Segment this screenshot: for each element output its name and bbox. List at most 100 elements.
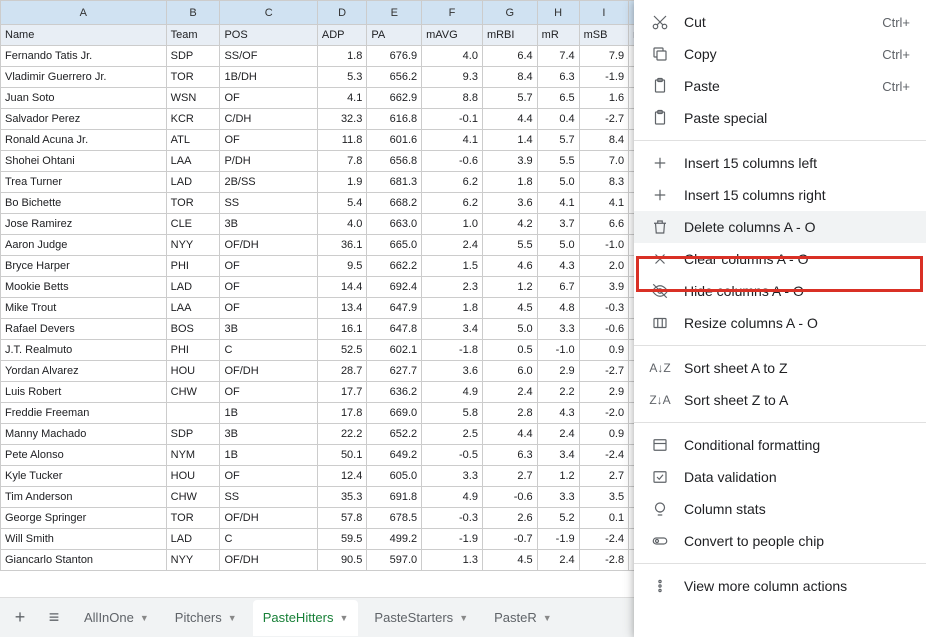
cell[interactable]: 3B	[220, 424, 317, 445]
cell[interactable]: 5.2	[537, 508, 579, 529]
cell[interactable]: 2.7	[482, 466, 537, 487]
cell[interactable]: Yordan Alvarez	[1, 361, 167, 382]
cell[interactable]: 692.4	[367, 277, 422, 298]
cell[interactable]: Ronald Acuna Jr.	[1, 130, 167, 151]
sheet-tab[interactable]: AllInOne▼	[74, 600, 159, 636]
cell[interactable]: OF/DH	[220, 235, 317, 256]
cell[interactable]: Team	[166, 25, 220, 46]
cell[interactable]: 2.2	[537, 382, 579, 403]
cell[interactable]: Giancarlo Stanton	[1, 550, 167, 571]
cell[interactable]: 16.1	[317, 319, 366, 340]
cell[interactable]: 663.0	[367, 214, 422, 235]
cell[interactable]: 2.3	[422, 277, 483, 298]
cell[interactable]: Bo Bichette	[1, 193, 167, 214]
cell[interactable]: LAA	[166, 298, 220, 319]
menu-more-actions[interactable]: View more column actions	[634, 570, 926, 602]
cell[interactable]: 4.0	[317, 214, 366, 235]
cell[interactable]: 4.3	[537, 403, 579, 424]
cell[interactable]: 57.8	[317, 508, 366, 529]
cell[interactable]: 8.4	[482, 67, 537, 88]
cell[interactable]: HOU	[166, 361, 220, 382]
cell[interactable]: 2.4	[422, 235, 483, 256]
cell[interactable]: 4.2	[482, 214, 537, 235]
cell[interactable]: 8.4	[579, 130, 628, 151]
cell[interactable]: 3.9	[579, 277, 628, 298]
cell[interactable]: 662.9	[367, 88, 422, 109]
cell[interactable]: 1.4	[482, 130, 537, 151]
sheet-tab[interactable]: Pitchers▼	[165, 600, 247, 636]
cell[interactable]: 1.9	[317, 172, 366, 193]
sheet-tab[interactable]: PasteHitters▼	[253, 600, 359, 636]
col-header-E[interactable]: E	[367, 1, 422, 25]
cell[interactable]: Juan Soto	[1, 88, 167, 109]
cell[interactable]: -1.9	[422, 529, 483, 550]
cell[interactable]: 669.0	[367, 403, 422, 424]
cell[interactable]: 1.6	[579, 88, 628, 109]
cell[interactable]: 3.7	[537, 214, 579, 235]
cell[interactable]: 17.7	[317, 382, 366, 403]
cell[interactable]: 1.2	[537, 466, 579, 487]
cell[interactable]: Jose Ramirez	[1, 214, 167, 235]
cell[interactable]: 0.5	[482, 340, 537, 361]
cell[interactable]: 616.8	[367, 109, 422, 130]
cell[interactable]: 22.2	[317, 424, 366, 445]
menu-delete-cols[interactable]: Delete columns A - O	[634, 211, 926, 243]
cell[interactable]: Bryce Harper	[1, 256, 167, 277]
menu-sort-az[interactable]: A↓Z Sort sheet A to Z	[634, 352, 926, 384]
cell[interactable]: 652.2	[367, 424, 422, 445]
cell[interactable]: 2.7	[579, 466, 628, 487]
cell[interactable]: C	[220, 340, 317, 361]
cell[interactable]: Freddie Freeman	[1, 403, 167, 424]
cell[interactable]: Manny Machado	[1, 424, 167, 445]
cell[interactable]: 627.7	[367, 361, 422, 382]
cell[interactable]: C	[220, 529, 317, 550]
cell[interactable]: Trea Turner	[1, 172, 167, 193]
cell[interactable]: J.T. Realmuto	[1, 340, 167, 361]
cell[interactable]: TOR	[166, 508, 220, 529]
cell[interactable]: 0.9	[579, 340, 628, 361]
cell[interactable]: SS/OF	[220, 46, 317, 67]
menu-sort-za[interactable]: Z↓A Sort sheet Z to A	[634, 384, 926, 416]
col-header-F[interactable]: F	[422, 1, 483, 25]
menu-column-stats[interactable]: Column stats	[634, 493, 926, 525]
sheet-tab[interactable]: PasteR▼	[484, 600, 562, 636]
cell[interactable]: 28.7	[317, 361, 366, 382]
menu-data-validation[interactable]: Data validation	[634, 461, 926, 493]
menu-clear-cols[interactable]: Clear columns A - O	[634, 243, 926, 275]
cell[interactable]: -0.6	[422, 151, 483, 172]
cell[interactable]: 7.4	[537, 46, 579, 67]
menu-insert-left[interactable]: Insert 15 columns left	[634, 147, 926, 179]
cell[interactable]: 5.0	[537, 235, 579, 256]
menu-paste-special[interactable]: Paste special	[634, 102, 926, 134]
cell[interactable]: 656.2	[367, 67, 422, 88]
cell[interactable]: 5.7	[537, 130, 579, 151]
cell[interactable]: Pete Alonso	[1, 445, 167, 466]
cell[interactable]: 665.0	[367, 235, 422, 256]
menu-resize-cols[interactable]: Resize columns A - O	[634, 307, 926, 339]
cell[interactable]: 1B	[220, 403, 317, 424]
cell[interactable]: 1.8	[317, 46, 366, 67]
cell[interactable]: OF	[220, 256, 317, 277]
cell[interactable]: 4.6	[482, 256, 537, 277]
cell[interactable]: 676.9	[367, 46, 422, 67]
cell[interactable]: -0.1	[422, 109, 483, 130]
cell[interactable]: -2.8	[579, 550, 628, 571]
cell[interactable]: 2.6	[482, 508, 537, 529]
col-header-H[interactable]: H	[537, 1, 579, 25]
cell[interactable]: 4.9	[422, 487, 483, 508]
cell[interactable]: 1.2	[482, 277, 537, 298]
cell[interactable]: KCR	[166, 109, 220, 130]
cell[interactable]: NYM	[166, 445, 220, 466]
cell[interactable]: 1.8	[482, 172, 537, 193]
cell[interactable]: 8.8	[422, 88, 483, 109]
cell[interactable]: 3.9	[482, 151, 537, 172]
col-header-D[interactable]: D	[317, 1, 366, 25]
cell[interactable]: OF	[220, 130, 317, 151]
cell[interactable]: 3.5	[579, 487, 628, 508]
cell[interactable]: mSB	[579, 25, 628, 46]
menu-people-chip[interactable]: Convert to people chip	[634, 525, 926, 557]
cell[interactable]: 4.9	[422, 382, 483, 403]
cell[interactable]: Mike Trout	[1, 298, 167, 319]
cell[interactable]: 1B/DH	[220, 67, 317, 88]
cell[interactable]: 647.9	[367, 298, 422, 319]
